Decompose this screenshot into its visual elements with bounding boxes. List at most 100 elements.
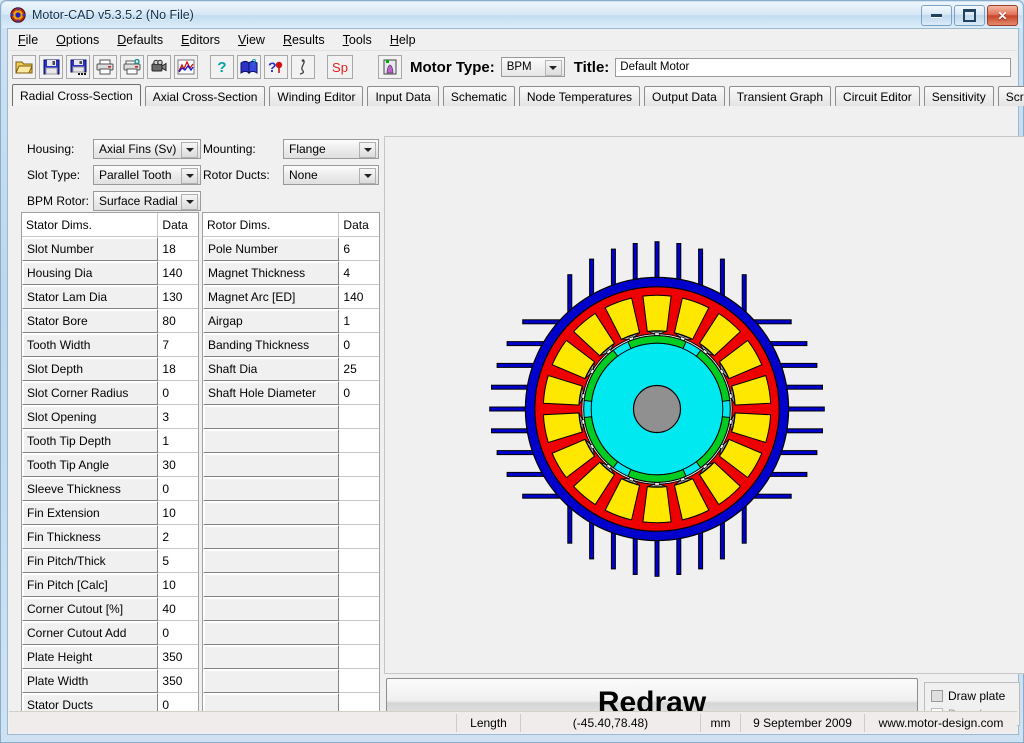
row-value[interactable] <box>339 597 379 621</box>
tab-radial-cross-section[interactable]: Radial Cross-Section <box>12 84 141 106</box>
menu-view[interactable]: View <box>229 31 274 49</box>
row-value[interactable]: 10 <box>158 573 198 597</box>
row-value[interactable]: 40 <box>158 597 198 621</box>
menu-defaults[interactable]: Defaults <box>108 31 172 49</box>
tab-output-data[interactable]: Output Data <box>644 86 725 106</box>
housing-select[interactable]: Axial Fins (Sv) <box>93 139 201 159</box>
row-value[interactable]: 350 <box>158 669 198 693</box>
spell-check-icon[interactable]: Sp <box>327 55 353 79</box>
row-value[interactable]: 18 <box>158 237 198 261</box>
maximize-button[interactable] <box>954 5 985 26</box>
print-setup-icon[interactable] <box>120 55 144 79</box>
stator-dims-grid[interactable]: Stator Dims.DataSlot Number18Housing Dia… <box>21 212 199 716</box>
chevron-down-icon[interactable] <box>181 168 198 184</box>
print-icon[interactable] <box>93 55 117 79</box>
slot-type-select[interactable]: Parallel Tooth <box>93 165 201 185</box>
row-value[interactable]: 30 <box>158 453 198 477</box>
table-row[interactable] <box>203 501 379 525</box>
tab-schematic[interactable]: Schematic <box>443 86 515 106</box>
row-value[interactable]: 10 <box>158 501 198 525</box>
mounting-select[interactable]: Flange <box>283 139 379 159</box>
table-row[interactable] <box>203 549 379 573</box>
menu-tools[interactable]: Tools <box>334 31 381 49</box>
table-row[interactable]: Shaft Hole Diameter0 <box>203 381 379 405</box>
row-value[interactable] <box>339 645 379 669</box>
row-value[interactable]: 2 <box>158 525 198 549</box>
tab-sensitivity[interactable]: Sensitivity <box>924 86 994 106</box>
table-row[interactable] <box>203 573 379 597</box>
row-value[interactable]: 5 <box>158 549 198 573</box>
row-value[interactable]: 6 <box>339 237 379 261</box>
table-row[interactable]: Tooth Width7 <box>22 333 198 357</box>
table-row[interactable]: Plate Width350 <box>22 669 198 693</box>
table-row[interactable]: Corner Cutout [%]40 <box>22 597 198 621</box>
row-value[interactable] <box>339 429 379 453</box>
chevron-down-icon[interactable] <box>181 142 198 158</box>
tab-node-temperatures[interactable]: Node Temperatures <box>519 86 640 106</box>
table-row[interactable]: Shaft Dia25 <box>203 357 379 381</box>
table-row[interactable]: Fin Extension10 <box>22 501 198 525</box>
table-row[interactable]: Stator Bore80 <box>22 309 198 333</box>
table-row[interactable]: Tooth Tip Depth1 <box>22 429 198 453</box>
table-row[interactable]: Slot Opening3 <box>22 405 198 429</box>
row-value[interactable]: 140 <box>339 285 379 309</box>
graph-icon[interactable] <box>174 55 198 79</box>
pen-icon[interactable] <box>291 55 315 79</box>
row-value[interactable] <box>339 621 379 645</box>
context-help-icon[interactable]: ? <box>264 55 288 79</box>
draw-plate-checkbox[interactable]: Draw plate <box>931 687 1019 705</box>
tab-axial-cross-section[interactable]: Axial Cross-Section <box>145 86 266 106</box>
row-value[interactable]: 130 <box>158 285 198 309</box>
row-value[interactable] <box>339 501 379 525</box>
tab-winding-editor[interactable]: Winding Editor <box>269 86 363 106</box>
radial-cross-section-view[interactable] <box>384 136 1024 674</box>
menu-help[interactable]: Help <box>381 31 425 49</box>
table-row[interactable]: Sleeve Thickness0 <box>22 477 198 501</box>
table-row[interactable]: Banding Thickness0 <box>203 333 379 357</box>
checkbox-box[interactable] <box>931 690 943 702</box>
help-contents-icon[interactable]: ? <box>237 55 261 79</box>
table-row[interactable]: Slot Number18 <box>22 237 198 261</box>
table-row[interactable]: Slot Depth18 <box>22 357 198 381</box>
table-row[interactable] <box>203 645 379 669</box>
table-row[interactable]: Tooth Tip Angle30 <box>22 453 198 477</box>
help-icon[interactable]: ? <box>210 55 234 79</box>
row-value[interactable]: 80 <box>158 309 198 333</box>
row-value[interactable]: 140 <box>158 261 198 285</box>
row-value[interactable] <box>339 573 379 597</box>
table-row[interactable]: Slot Corner Radius0 <box>22 381 198 405</box>
row-value[interactable]: 4 <box>339 261 379 285</box>
table-row[interactable] <box>203 621 379 645</box>
row-value[interactable] <box>339 477 379 501</box>
table-row[interactable] <box>203 429 379 453</box>
tab-circuit-editor[interactable]: Circuit Editor <box>835 86 920 106</box>
table-row[interactable]: Plate Height350 <box>22 645 198 669</box>
table-row[interactable] <box>203 453 379 477</box>
table-row[interactable] <box>203 597 379 621</box>
row-value[interactable]: 1 <box>158 429 198 453</box>
row-value[interactable] <box>339 405 379 429</box>
table-row[interactable]: Fin Thickness2 <box>22 525 198 549</box>
chevron-down-icon[interactable] <box>181 194 198 210</box>
rotor-ducts-select[interactable]: None <box>283 165 379 185</box>
bpm-rotor-select[interactable]: Surface Radial <box>93 191 201 211</box>
row-value[interactable]: 18 <box>158 357 198 381</box>
row-value[interactable] <box>339 549 379 573</box>
save-as-icon[interactable] <box>66 55 90 79</box>
menu-file[interactable]: File <box>9 31 47 49</box>
table-row[interactable]: Airgap1 <box>203 309 379 333</box>
title-input[interactable]: Default Motor <box>615 58 1011 77</box>
open-file-icon[interactable] <box>12 55 36 79</box>
chevron-down-icon[interactable] <box>359 168 376 184</box>
rotor-dims-grid[interactable]: Rotor Dims.DataPole Number6Magnet Thickn… <box>202 212 380 716</box>
save-file-icon[interactable] <box>39 55 63 79</box>
screen-capture-icon[interactable] <box>147 55 171 79</box>
tab-transient-graph[interactable]: Transient Graph <box>729 86 831 106</box>
row-value[interactable]: 0 <box>339 333 379 357</box>
table-row[interactable] <box>203 405 379 429</box>
motor-type-select[interactable]: BPM <box>501 57 565 77</box>
tab-scripting[interactable]: Scripting <box>998 86 1024 106</box>
table-row[interactable]: Pole Number6 <box>203 237 379 261</box>
row-value[interactable]: 0 <box>339 381 379 405</box>
chevron-down-icon[interactable] <box>545 60 562 76</box>
